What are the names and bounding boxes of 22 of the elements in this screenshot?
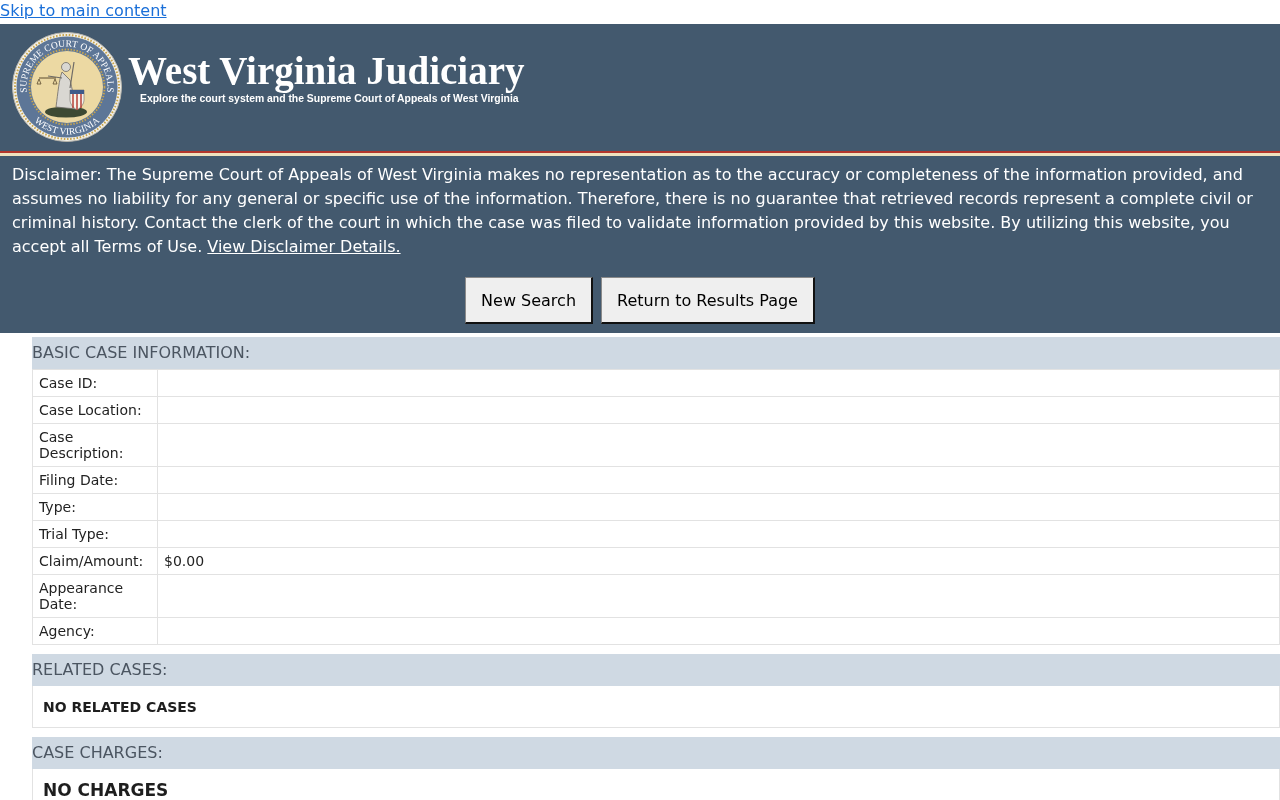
field-label: Filing Date: (32, 466, 158, 494)
empty-notice: NO CHARGES (43, 779, 169, 800)
section-heading: BASIC CASE INFORMATION: (32, 337, 1280, 369)
disclaimer-text: Disclaimer: The Supreme Court of Appeals of West Virginia makes no representation as to the accuracy or completeness of the information provided, and assumes no liability for any general or specific use of the information. Therefore, there is no guarantee that retrieved records represent a complete civil or criminal history. Contact the clerk of the court in which the case was filed to validate information provided by this website. By utilizing this website, you accept all Terms of Use. View Disclaimer Details. (12, 164, 1254, 258)
field-label: Appearance Date: (32, 574, 158, 618)
nav-button[interactable]: New Search (465, 277, 593, 324)
field-label: Claim/Amount: (32, 547, 158, 575)
field-label: Case Location: (32, 396, 158, 424)
disclaimer-link[interactable]: View Disclaimer Details. (207, 237, 401, 256)
field-label: Agency: (32, 617, 158, 645)
site-subtitle: Explore the court system and the Supreme Court of Appeals of West Virginia (140, 93, 520, 106)
nav-button[interactable]: Return to Results Page (601, 277, 815, 324)
field-label: Case Description: (32, 423, 158, 467)
empty-notice: NO RELATED CASES (43, 698, 197, 716)
field-label: Trial Type: (32, 520, 158, 548)
section-heading: RELATED CASES: (32, 654, 1280, 686)
field-label: Case ID: (32, 369, 158, 397)
site-title: West Virginia Judiciary (128, 50, 525, 92)
section-heading: CASE CHARGES: (32, 737, 1280, 769)
field-value: $0.00 (157, 547, 1280, 575)
field-label: Type: (32, 493, 158, 521)
skip-link[interactable]: Skip to main content (0, 0, 167, 22)
